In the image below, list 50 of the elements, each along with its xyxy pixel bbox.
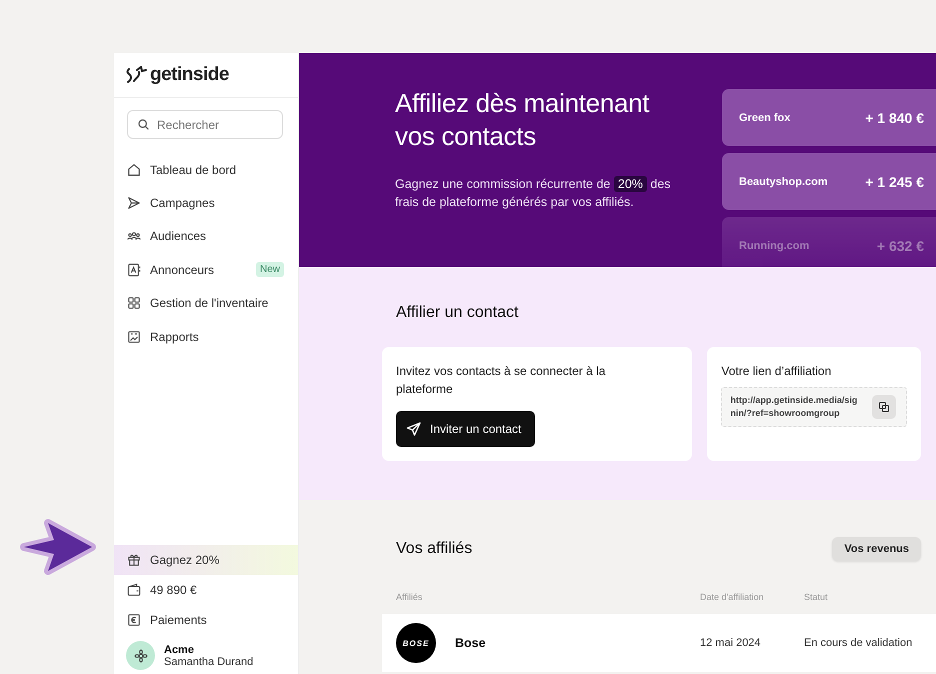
earning-amount: + 632 € xyxy=(876,238,924,254)
hero-title: Affiliez dès maintenant vos contacts xyxy=(395,87,650,153)
table-row[interactable]: BOSE Bose 12 mai 2024 En cours de validation xyxy=(382,614,936,672)
euro-icon xyxy=(127,613,141,627)
status-cell-text: En cours de validation xyxy=(804,637,914,649)
brand-name: getinside xyxy=(150,64,229,86)
flower-icon xyxy=(134,648,148,662)
nav-item[interactable]: 49 890 € xyxy=(114,575,298,605)
section-title: Vos affiliés xyxy=(396,540,472,558)
nav-item[interactable]: Gagnez 20% xyxy=(114,545,298,575)
grid-icon xyxy=(127,296,141,310)
earning-amount: + 1 245 € xyxy=(865,174,924,190)
contact-book-icon xyxy=(127,262,141,277)
new-badge: New xyxy=(256,262,284,278)
search-icon xyxy=(137,118,150,131)
nav-item[interactable]: Rapports xyxy=(114,320,298,354)
search-field[interactable]: Rechercher xyxy=(127,110,283,139)
revenue-button[interactable]: Vos revenus xyxy=(832,537,921,561)
report-icon xyxy=(127,330,141,344)
column-header: Statut xyxy=(804,592,829,604)
affiliate-name: Beautyshop.com xyxy=(739,176,828,188)
nav-item[interactable]: Audiences xyxy=(114,220,298,254)
copy-button[interactable] xyxy=(872,395,896,419)
affiliate-name: Running.com xyxy=(739,240,810,252)
home-icon xyxy=(127,162,141,177)
column-header: Affiliés xyxy=(396,592,424,604)
affiliate-name: Green fox xyxy=(739,112,790,124)
invite-button[interactable]: Inviter un contact xyxy=(396,411,536,447)
affiliate-name: Bose xyxy=(455,636,486,650)
nav-item[interactable]: Gestion de l'inventaire xyxy=(114,286,298,320)
company-name: Acme xyxy=(164,644,195,656)
section-title: Affilier un contact xyxy=(396,304,520,322)
column-header: Date d'affiliation xyxy=(700,592,765,604)
copy-icon xyxy=(878,401,890,413)
gift-icon xyxy=(127,553,141,567)
nav-item[interactable]: Annonceurs New xyxy=(114,253,298,287)
nav-item[interactable]: Paiements xyxy=(114,605,298,635)
link-title: Votre lien d’affiliation xyxy=(721,363,832,380)
user-name: Samantha Durand xyxy=(164,656,254,668)
nav-item[interactable]: Campagnes xyxy=(114,186,298,220)
hero-text: Gagnez une commission récurrente de 20% des frais de plateforme générés par vos affiliés. xyxy=(395,175,672,211)
send-icon xyxy=(406,421,422,437)
brand-logo: BOSE xyxy=(396,623,436,663)
earning-amount: + 1 840 € xyxy=(865,110,924,126)
wallet-icon xyxy=(127,583,141,597)
nav-item[interactable]: Tableau de bord xyxy=(114,153,298,186)
invite-text: Invitez vos contacts à se connecter à la plateforme xyxy=(396,363,606,398)
date-cell-text: 12 mai 2024 xyxy=(700,637,762,649)
logo-icon xyxy=(125,66,147,84)
send-icon xyxy=(127,196,141,210)
